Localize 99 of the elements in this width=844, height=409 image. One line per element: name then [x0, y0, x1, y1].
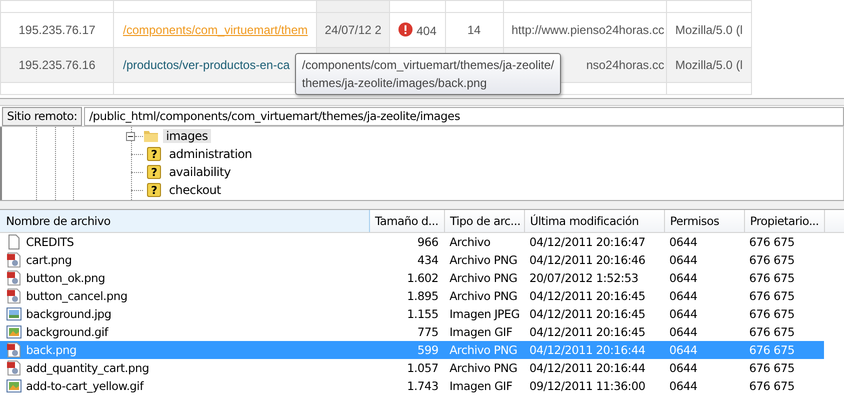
table-cell-text: 0644 — [668, 307, 698, 321]
image-file-icon — [6, 342, 22, 358]
file-row[interactable]: background.gif 775 Imagen GIF 04/12/2011 20:16:45 0644 676 675 — [0, 323, 824, 341]
tooltip: /components/com_virtuemart/themes/ja-zeolite/ themes/ja-zeolite/images/back.png — [295, 53, 562, 95]
table-cell-text: 0644 — [668, 361, 698, 375]
table-cell-text: 434 — [416, 253, 440, 267]
unknown-folder-icon: ? — [147, 165, 161, 179]
date-text: 24/07/12 2 — [324, 23, 382, 37]
user-agent: Mozilla/5.0 (l — [675, 58, 743, 72]
table-cell-text: 0644 — [668, 235, 698, 249]
image-file-icon — [6, 360, 22, 376]
column-header[interactable]: Tipo de arc... — [445, 210, 525, 232]
file-name: background.gif — [26, 325, 108, 339]
table-cell-text: Archivo PNG — [448, 271, 518, 285]
image-file-icon — [6, 306, 22, 322]
ip-address: 195.235.76.16 — [18, 58, 96, 72]
image-file-icon — [6, 378, 22, 394]
table-cell-text: 04/12/2011 20:16:46 — [528, 253, 646, 267]
table-cell-text: Archivo PNG — [448, 343, 518, 357]
table-cell-text: 966 — [416, 235, 440, 249]
column-header[interactable]: Tamaño d... — [370, 210, 445, 232]
folder-name[interactable]: availability — [166, 165, 234, 179]
table-cell-text: 676 675 — [748, 271, 796, 285]
table-cell-text: 775 — [416, 325, 440, 339]
hits-count: 14 — [467, 23, 481, 37]
table-cell-text: 0644 — [668, 271, 698, 285]
table-cell-text: 04/12/2011 20:16:44 — [528, 361, 646, 375]
table-cell-text: 599 — [416, 343, 440, 357]
table-cell-text: 676 675 — [748, 361, 796, 375]
column-header[interactable]: Nombre de archivo — [0, 210, 370, 232]
referer-url: http://www.pienso24horas.cc — [512, 23, 664, 37]
file-name: CREDITS — [26, 235, 74, 249]
referer-url: nso24horas.cc — [586, 58, 664, 72]
table-cell-text: 04/12/2011 20:16:45 — [528, 325, 646, 339]
user-agent: Mozilla/5.0 (l — [675, 23, 743, 37]
table-cell-text: 1.057 — [406, 361, 440, 375]
file-name: cart.png — [26, 253, 72, 267]
table-cell-text: 0644 — [668, 289, 698, 303]
file-row[interactable]: cart.png 434 Archivo PNG 04/12/2011 20:16:46 0644 676 675 — [0, 251, 824, 269]
table-cell-text: 676 675 — [748, 289, 796, 303]
image-file-icon — [6, 288, 22, 304]
table-cell-text: 676 675 — [748, 235, 796, 249]
file-name: add_quantity_cart.png — [26, 361, 149, 375]
table-cell-text: 0644 — [668, 379, 698, 393]
table-cell-text: 1.155 — [406, 307, 440, 321]
table-cell-text: Archivo PNG — [448, 253, 518, 267]
file-row[interactable]: CREDITS 966 Archivo 04/12/2011 20:16:47 0644 676 675 — [0, 233, 824, 251]
unknown-folder-icon: ? — [147, 183, 161, 197]
table-cell-text: 0644 — [668, 343, 698, 357]
column-header[interactable]: Permisos — [665, 210, 745, 232]
table-cell-text: Archivo — [448, 235, 492, 249]
file-name: button_ok.png — [26, 271, 106, 285]
table-cell-text: 676 675 — [748, 307, 796, 321]
remote-site-label: Sitio remoto: — [2, 106, 82, 126]
file-name: background.jpg — [26, 307, 112, 321]
table-cell-text: Imagen GIF — [448, 379, 514, 393]
table-cell-text: 0644 — [668, 253, 698, 267]
file-name: back.png — [26, 343, 76, 357]
collapse-toggle[interactable] — [126, 132, 135, 140]
remote-path-field[interactable]: /public_html/components/com_virtuemart/themes/ja-zeolite/images — [84, 106, 844, 126]
file-row[interactable]: background.jpg 1.155 Imagen JPEG 04/12/2011 20:16:45 0644 676 675 — [0, 305, 824, 323]
table-cell-text: 20/07/2012 1:52:53 — [528, 271, 640, 285]
file-row[interactable]: add_quantity_cart.png 1.057 Archivo PNG 04/12/2011 20:16:44 0644 676 675 — [0, 359, 824, 377]
table-cell-text: 1.602 — [406, 271, 440, 285]
ip-address: 195.235.76.17 — [18, 23, 96, 37]
folder-name[interactable]: checkout — [166, 183, 224, 197]
table-cell-text: Archivo PNG — [448, 289, 518, 303]
table-cell-text: 676 675 — [748, 253, 796, 267]
column-header[interactable]: Última modificación — [525, 210, 665, 232]
file-name: add-to-cart_yellow.gif — [26, 379, 144, 393]
folder-icon — [143, 128, 159, 144]
table-cell-text: 676 675 — [748, 379, 796, 393]
splitter-bar[interactable] — [0, 98, 844, 106]
splitter-bar[interactable] — [0, 200, 844, 210]
file-name: button_cancel.png — [26, 289, 128, 303]
table-cell-text: 04/12/2011 20:16:45 — [528, 289, 646, 303]
folder-name[interactable]: administration — [166, 147, 255, 161]
file-row[interactable]: add-to-cart_yellow.gif 1.743 Imagen GIF 09/12/2011 11:36:00 0644 676 675 — [0, 377, 824, 395]
table-cell-text: 676 675 — [748, 343, 796, 357]
table-cell-text: Imagen GIF — [448, 325, 514, 339]
image-file-icon — [6, 270, 22, 286]
file-row[interactable]: button_ok.png 1.602 Archivo PNG 20/07/2012 1:52:53 0644 676 675 — [0, 269, 824, 287]
file-row[interactable]: button_cancel.png 1.895 Archivo PNG 04/12/2011 20:16:45 0644 676 675 — [0, 287, 824, 305]
table-cell-text: 09/12/2011 11:36:00 — [528, 379, 646, 393]
table-cell-text: Imagen JPEG — [448, 307, 521, 321]
table-cell-text: 0644 — [668, 325, 698, 339]
table-cell-text: 04/12/2011 20:16:45 — [528, 307, 646, 321]
image-file-icon — [6, 252, 22, 268]
status-code: 404 — [416, 24, 436, 38]
table-cell-text: 04/12/2011 20:16:47 — [528, 235, 646, 249]
unknown-folder-icon: ? — [147, 147, 161, 161]
folder-name[interactable]: images — [163, 129, 211, 143]
table-cell-text: 676 675 — [748, 325, 796, 339]
table-cell-text: Archivo PNG — [448, 361, 518, 375]
column-header[interactable]: Propietario... — [745, 210, 825, 232]
table-cell-text: 1.895 — [406, 289, 440, 303]
table-cell-text: 04/12/2011 20:16:44 — [528, 343, 646, 357]
table-cell-text: 1.743 — [406, 379, 440, 393]
image-file-icon — [6, 324, 22, 340]
